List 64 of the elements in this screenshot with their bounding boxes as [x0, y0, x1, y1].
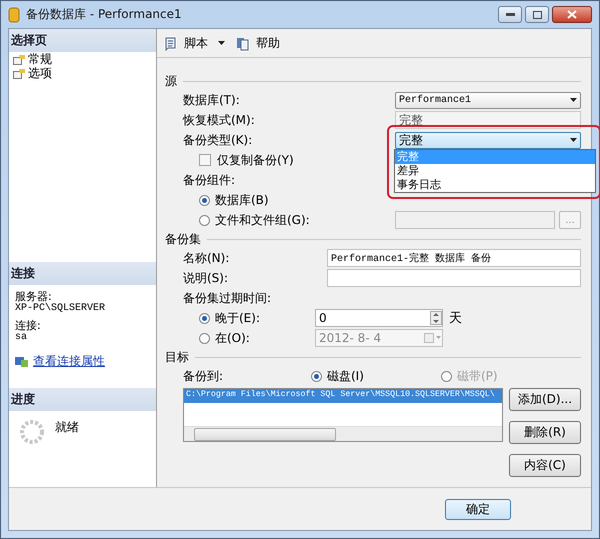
connection-properties-link[interactable]: 查看连接属性 [33, 353, 105, 370]
backup-path-list[interactable]: C:\Program Files\Microsoft SQL Server\MSSQL10.SQLSERVER\MSSQL\ [183, 388, 503, 442]
radio-button[interactable]: 文件和文件组(G): [199, 212, 310, 228]
minimize-icon[interactable] [506, 13, 514, 16]
close-icon[interactable] [567, 10, 577, 19]
section-header: 选择页 [9, 29, 156, 52]
field-label: 备份类型(K): [183, 132, 252, 148]
horizontal-scrollbar[interactable] [184, 426, 502, 441]
action-button[interactable]: 添加(D)... [509, 388, 581, 411]
spinner-arrows-icon[interactable] [430, 311, 442, 325]
section-title: 源 [165, 72, 177, 90]
dropdown-option[interactable]: 差异 [395, 164, 595, 178]
radio-button[interactable]: 数据库(B) [199, 192, 269, 208]
name-field[interactable]: Performance1-完整 数据库 备份 [327, 249, 581, 267]
maximize-button[interactable] [525, 6, 549, 23]
maximize-icon[interactable] [532, 10, 542, 18]
section-header: 连接 [9, 262, 156, 285]
dropdown-list[interactable]: 完整 差异 事务日志 [394, 149, 596, 193]
action-button[interactable]: 内容(C) [509, 454, 581, 477]
field-label: 备份集过期时间: [183, 290, 272, 306]
field-label: 数据库(T): [183, 92, 240, 108]
file-field[interactable] [395, 211, 555, 229]
toolbar-button[interactable]: 脚本 [184, 34, 208, 52]
user-name: sa [15, 332, 28, 343]
page-item[interactable]: 常规 [9, 52, 156, 66]
field-label: 备份组件: [183, 172, 236, 188]
caret-icon[interactable] [218, 41, 225, 45]
spinner-icon [19, 419, 45, 445]
field-label: 备份到: [183, 368, 224, 384]
description-field[interactable] [327, 269, 581, 287]
page-item[interactable]: 选项 [9, 66, 156, 80]
action-button[interactable]: 删除(R) [509, 421, 581, 444]
dropdown-option[interactable]: 事务日志 [395, 178, 595, 192]
caret-icon [570, 138, 577, 142]
database-dropdown[interactable]: Performance1 [395, 92, 581, 108]
page-icon [13, 68, 26, 78]
checkbox[interactable] [199, 154, 211, 166]
field-label: 名称(N): [183, 250, 230, 266]
radio-button[interactable]: 在(O): [199, 330, 250, 346]
field-label: 说明(S): [183, 270, 228, 286]
checkbox-label: 仅复制备份(Y) [217, 152, 294, 168]
list-item[interactable]: C:\Program Files\Microsoft SQL Server\MSSQL10.SQLSERVER\MSSQL\ [184, 389, 502, 403]
progress-status: 就绪 [55, 419, 79, 436]
server-label: 服务器: [15, 291, 52, 303]
toolbar-button[interactable]: 帮助 [256, 34, 280, 52]
caret-icon [570, 98, 577, 102]
ok-button[interactable]: 确定 [445, 498, 511, 520]
radio-button[interactable]: 磁盘(I) [311, 368, 364, 384]
section-header: 进度 [9, 388, 156, 411]
radio-button[interactable]: 晚于(E): [199, 310, 260, 326]
section-title: 目标 [165, 348, 189, 366]
backup-type-dropdown[interactable]: 完整 [395, 132, 581, 148]
server-name: XP-PC\SQLSERVER [15, 303, 106, 314]
unit-label: 天 [449, 310, 462, 327]
window-title: 备份数据库 - Performance1 [26, 6, 182, 23]
document-icon [235, 36, 250, 50]
section-title: 备份集 [165, 230, 201, 248]
minimize-button[interactable] [498, 6, 522, 23]
connection-label: 连接: [15, 320, 42, 332]
properties-icon [15, 355, 29, 368]
close-button[interactable] [552, 6, 592, 23]
page-icon [13, 54, 26, 64]
days-field[interactable]: 0 [315, 309, 443, 327]
field-label: 恢复模式(M): [183, 112, 255, 128]
